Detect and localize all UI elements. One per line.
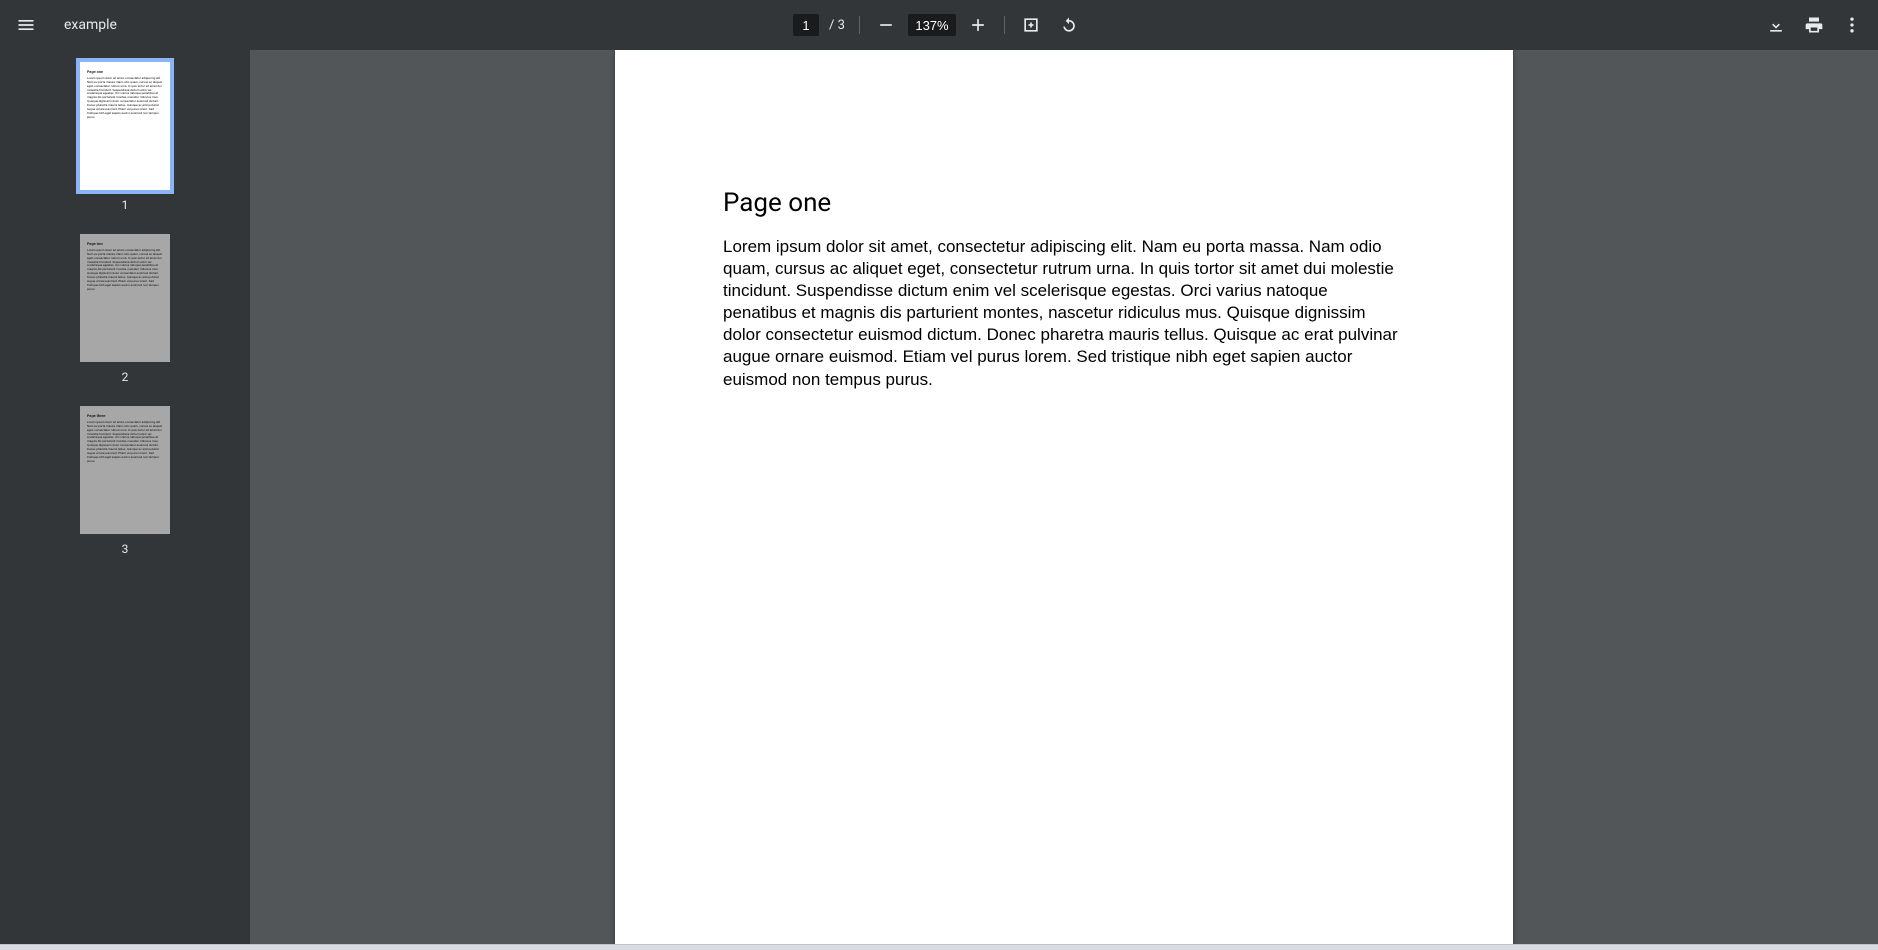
toolbar-divider xyxy=(859,16,860,34)
thumbnail-preview: Page three Lorem ipsum dolor sit amet, co… xyxy=(80,406,170,534)
zoom-in-button[interactable] xyxy=(962,9,994,41)
thumbnail-label: 3 xyxy=(122,542,129,556)
rotate-icon xyxy=(1059,15,1079,35)
print-button[interactable] xyxy=(1798,9,1830,41)
total-pages: 3 xyxy=(838,18,845,33)
thumbnail-title: Page two xyxy=(87,242,163,247)
main-area: Page one Lorem ipsum dolor sit amet, cons… xyxy=(0,50,1878,944)
zoom-out-button[interactable] xyxy=(870,9,902,41)
document-viewer[interactable]: Page one Lorem ipsum dolor sit amet, con… xyxy=(250,50,1878,944)
more-actions-button[interactable] xyxy=(1836,9,1868,41)
document-page: Page one Lorem ipsum dolor sit amet, con… xyxy=(615,50,1513,944)
thumbnail-preview: Page two Lorem ipsum dolor sit amet, cons… xyxy=(80,234,170,362)
current-page-input[interactable] xyxy=(793,14,819,36)
zoom-level-input[interactable] xyxy=(908,14,956,36)
pdf-toolbar: example / 3 xyxy=(0,0,1878,50)
thumbnail-page-3[interactable]: Page three Lorem ipsum dolor sit amet, co… xyxy=(0,406,250,556)
download-icon xyxy=(1766,15,1786,35)
document-body: Lorem ipsum dolor sit amet, consectetur … xyxy=(723,236,1405,391)
plus-icon xyxy=(968,15,988,35)
menu-button[interactable] xyxy=(10,9,42,41)
document-filename: example xyxy=(64,17,117,33)
thumbnail-body: Lorem ipsum dolor sit amet, consectetur … xyxy=(87,421,163,464)
document-heading: Page one xyxy=(723,188,1405,218)
thumbnail-title: Page three xyxy=(87,414,163,419)
menu-icon xyxy=(16,15,36,35)
thumbnail-preview: Page one Lorem ipsum dolor sit amet, cons… xyxy=(80,62,170,190)
thumbnail-body: Lorem ipsum dolor sit amet, consectetur … xyxy=(87,77,163,120)
more-vert-icon xyxy=(1842,15,1862,35)
rotate-button[interactable] xyxy=(1053,9,1085,41)
thumbnail-page-1[interactable]: Page one Lorem ipsum dolor sit amet, cons… xyxy=(0,62,250,212)
thumbnail-page-2[interactable]: Page two Lorem ipsum dolor sit amet, cons… xyxy=(0,234,250,384)
thumbnail-label: 1 xyxy=(122,198,129,212)
minus-icon xyxy=(876,15,896,35)
thumbnail-label: 2 xyxy=(122,370,129,384)
thumbnail-sidebar[interactable]: Page one Lorem ipsum dolor sit amet, cons… xyxy=(0,50,250,944)
page-separator: / 3 xyxy=(829,18,845,33)
fit-page-button[interactable] xyxy=(1015,9,1047,41)
os-taskbar xyxy=(0,944,1878,950)
thumbnail-title: Page one xyxy=(87,70,163,75)
download-button[interactable] xyxy=(1760,9,1792,41)
print-icon xyxy=(1804,15,1824,35)
fit-page-icon xyxy=(1021,15,1041,35)
thumbnail-body: Lorem ipsum dolor sit amet, consectetur … xyxy=(87,249,163,292)
toolbar-divider-2 xyxy=(1004,16,1005,34)
